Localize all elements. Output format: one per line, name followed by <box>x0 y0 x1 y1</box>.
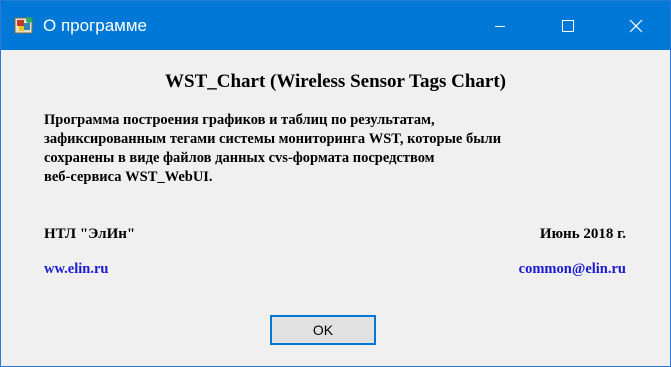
dialog-content: WST_Chart (Wireless Sensor Tags Chart) П… <box>1 50 670 366</box>
description-line: веб-сервиса WST_WebUI. <box>44 169 213 185</box>
maximize-icon <box>562 19 574 32</box>
program-heading: WST_Chart (Wireless Sensor Tags Chart) <box>165 71 506 92</box>
window-title: О программе <box>43 16 148 35</box>
title-bar[interactable]: О программе <box>1 1 670 50</box>
email-link[interactable]: common@elin.ru <box>519 259 626 279</box>
maximize-button[interactable] <box>534 1 602 50</box>
description-line: сохранены в виде файлов данных cvs-форма… <box>44 150 435 166</box>
ok-button[interactable]: OK <box>270 315 376 345</box>
app-icon <box>14 17 33 34</box>
close-button[interactable] <box>602 1 670 50</box>
release-date: Июнь 2018 г. <box>539 226 626 242</box>
about-dialog: О программе WST_Chart (Wireless Sensor T… <box>0 0 671 367</box>
website-link[interactable]: ww.elin.ru <box>44 259 108 279</box>
minimize-icon <box>495 25 505 27</box>
program-description: Программа построения графиков и таблиц п… <box>44 111 654 187</box>
description-line: Программа построения графиков и таблиц п… <box>44 112 435 128</box>
close-icon <box>629 19 643 32</box>
organization-name: НТЛ "ЭлИн" <box>44 226 136 242</box>
description-line: зафиксированным тегами системы мониторин… <box>44 131 502 147</box>
minimize-button[interactable] <box>466 1 534 50</box>
